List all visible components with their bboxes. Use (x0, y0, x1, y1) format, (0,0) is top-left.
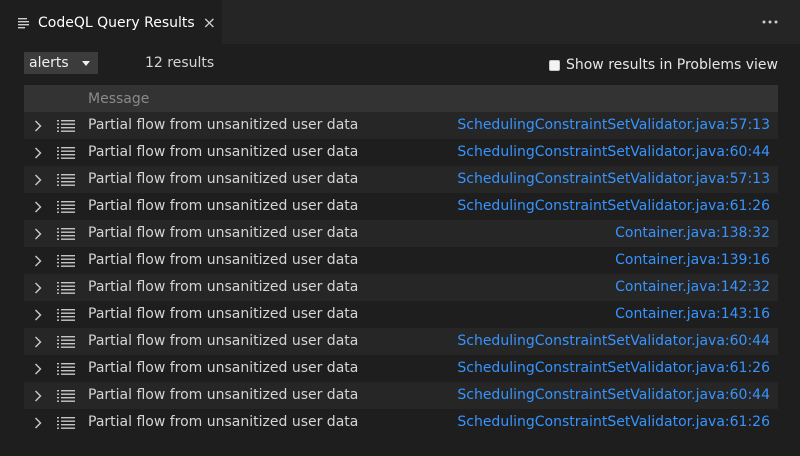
table-row[interactable]: Partial flow from unsanitized user data S… (24, 112, 778, 139)
result-message: Partial flow from unsanitized user data (88, 252, 359, 268)
checkbox-box[interactable] (548, 59, 560, 71)
result-message: Partial flow from unsanitized user data (88, 144, 359, 160)
chevron-right-icon[interactable] (32, 220, 44, 247)
result-count: 12 results (145, 55, 215, 71)
chevron-right-icon[interactable] (32, 247, 44, 274)
chevron-right-icon[interactable] (32, 166, 44, 193)
result-message: Partial flow from unsanitized user data (88, 414, 359, 430)
tab-title: CodeQL Query Results (38, 14, 195, 31)
select-value: alerts (29, 55, 69, 71)
result-location-link[interactable]: Container.java:143:16 (615, 301, 770, 328)
result-location-link[interactable]: SchedulingConstraintSetValidator.java:60… (457, 382, 770, 409)
chevron-right-icon[interactable] (32, 409, 44, 436)
table-header: Message (24, 85, 778, 112)
tab-codeql-query-results[interactable]: CodeQL Query Results × (0, 0, 222, 45)
result-message: Partial flow from unsanitized user data (88, 171, 359, 187)
ellipsis-icon (762, 20, 778, 24)
result-location-link[interactable]: SchedulingConstraintSetValidator.java:57… (457, 112, 770, 139)
result-message: Partial flow from unsanitized user data (88, 360, 359, 376)
column-header-message: Message (88, 90, 150, 107)
close-icon[interactable]: × (203, 14, 216, 31)
result-message: Partial flow from unsanitized user data (88, 225, 359, 241)
table-row[interactable]: Partial flow from unsanitized user data C… (24, 301, 778, 328)
list-flat-icon (57, 201, 75, 213)
list-flat-icon (57, 228, 75, 240)
checkbox-label: Show results in Problems view (565, 57, 778, 73)
table-row[interactable]: Partial flow from unsanitized user data S… (24, 328, 778, 355)
table-row[interactable]: Partial flow from unsanitized user data C… (24, 247, 778, 274)
chevron-right-icon[interactable] (32, 355, 44, 382)
result-location-link[interactable]: Container.java:139:16 (615, 247, 770, 274)
chevron-right-icon[interactable] (32, 328, 44, 355)
show-in-problems-checkbox[interactable]: Show results in Problems view (548, 57, 778, 73)
result-location-link[interactable]: Container.java:142:32 (615, 274, 770, 301)
result-location-link[interactable]: SchedulingConstraintSetValidator.java:61… (457, 355, 770, 382)
list-flat-icon (57, 120, 75, 132)
list-flat-icon (57, 363, 75, 375)
list-flat-icon (57, 309, 75, 321)
table-row[interactable]: Partial flow from unsanitized user data S… (24, 139, 778, 166)
list-flat-icon (57, 336, 75, 348)
tab-bar: CodeQL Query Results × (0, 0, 800, 45)
results-table: Message Partial flow from unsanitized us… (24, 85, 778, 436)
table-body: Partial flow from unsanitized user data S… (24, 112, 778, 436)
result-location-link[interactable]: SchedulingConstraintSetValidator.java:61… (457, 409, 770, 436)
result-message: Partial flow from unsanitized user data (88, 279, 359, 295)
results-toolbar: alerts 12 results Show results in Proble… (0, 45, 800, 83)
list-flat-icon (57, 147, 75, 159)
table-row[interactable]: Partial flow from unsanitized user data S… (24, 193, 778, 220)
chevron-right-icon[interactable] (32, 274, 44, 301)
chevron-right-icon[interactable] (32, 382, 44, 409)
result-set-select[interactable]: alerts (24, 52, 98, 74)
table-row[interactable]: Partial flow from unsanitized user data S… (24, 166, 778, 193)
result-location-link[interactable]: SchedulingConstraintSetValidator.java:61… (457, 193, 770, 220)
table-row[interactable]: Partial flow from unsanitized user data S… (24, 355, 778, 382)
caret-down-icon (82, 61, 90, 66)
result-message: Partial flow from unsanitized user data (88, 198, 359, 214)
table-row[interactable]: Partial flow from unsanitized user data C… (24, 220, 778, 247)
chevron-right-icon[interactable] (32, 112, 44, 139)
list-flat-icon (57, 255, 75, 267)
result-location-link[interactable]: SchedulingConstraintSetValidator.java:60… (457, 139, 770, 166)
list-flat-icon (57, 390, 75, 402)
list-flat-icon (18, 17, 29, 28)
result-location-link[interactable]: SchedulingConstraintSetValidator.java:60… (457, 328, 770, 355)
chevron-right-icon[interactable] (32, 301, 44, 328)
more-actions-button[interactable] (760, 12, 780, 32)
result-message: Partial flow from unsanitized user data (88, 306, 359, 322)
result-location-link[interactable]: Container.java:138:32 (615, 220, 770, 247)
result-message: Partial flow from unsanitized user data (88, 117, 359, 133)
table-row[interactable]: Partial flow from unsanitized user data S… (24, 382, 778, 409)
result-location-link[interactable]: SchedulingConstraintSetValidator.java:57… (457, 166, 770, 193)
chevron-right-icon[interactable] (32, 193, 44, 220)
chevron-right-icon[interactable] (32, 139, 44, 166)
result-message: Partial flow from unsanitized user data (88, 333, 359, 349)
list-flat-icon (57, 174, 75, 186)
codeql-results-panel: CodeQL Query Results × alerts 12 results… (0, 0, 800, 456)
list-flat-icon (57, 282, 75, 294)
table-row[interactable]: Partial flow from unsanitized user data C… (24, 274, 778, 301)
table-row[interactable]: Partial flow from unsanitized user data S… (24, 409, 778, 436)
result-message: Partial flow from unsanitized user data (88, 387, 359, 403)
list-flat-icon (57, 417, 75, 429)
